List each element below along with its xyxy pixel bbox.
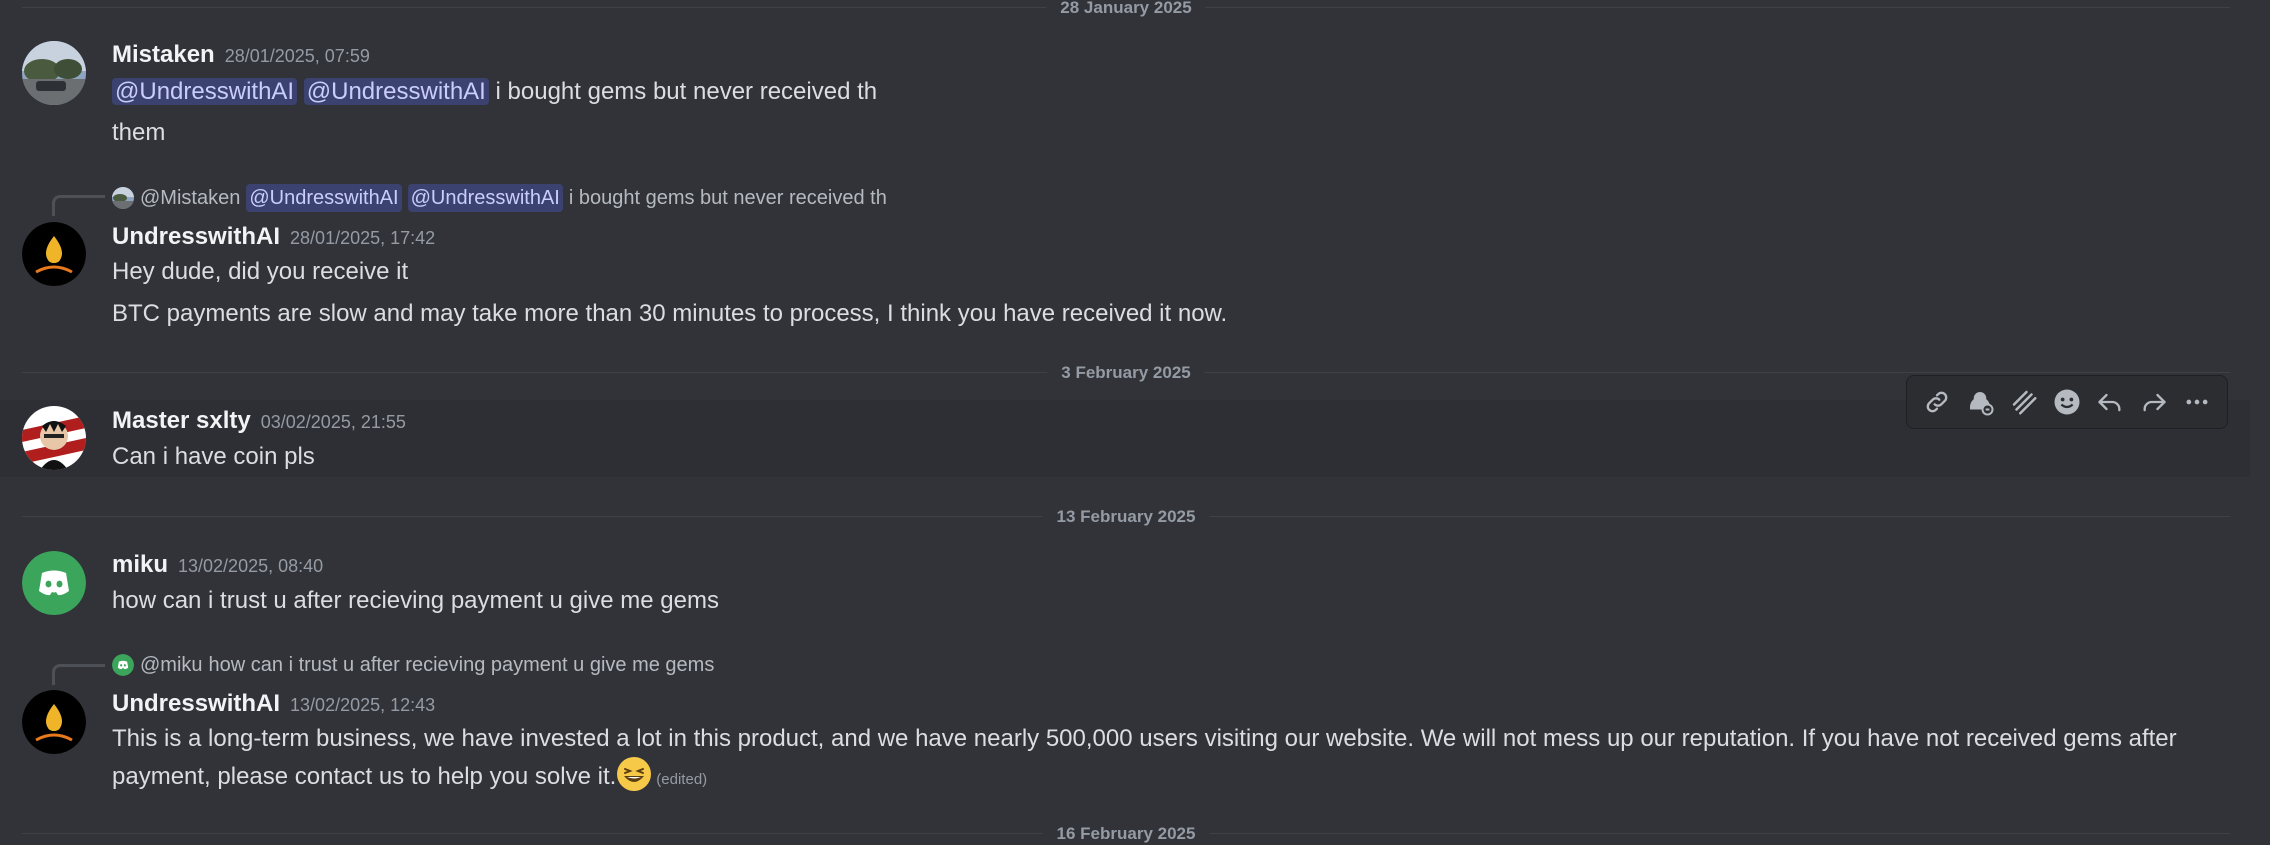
message-content: how can i trust u after recieving paymen… (112, 583, 719, 618)
message-text: Hey dude, did you receive it (112, 258, 409, 285)
message-header: UndresswithAI 13/02/2025, 12:43 (112, 689, 435, 722)
date-divider-label: 16 February 2025 (1042, 823, 1210, 845)
message-text: Can i have coin pls (112, 443, 315, 470)
reply-connector (52, 664, 105, 685)
user-mention[interactable]: @UndresswithAI (112, 78, 298, 105)
link-icon[interactable] (1918, 383, 1956, 421)
avatar[interactable] (22, 41, 86, 105)
message-text: how can i trust u after recieving paymen… (112, 587, 719, 614)
message-header: UndresswithAI 28/01/2025, 17:42 (112, 222, 435, 255)
date-divider: 16 February 2025 (22, 823, 2230, 845)
username[interactable]: miku (112, 551, 168, 578)
message-text: This is a long-term business, we have in… (112, 725, 2177, 790)
message-content: Hey dude, did you receive it (112, 254, 408, 289)
reply-preview[interactable]: @Mistaken @UndresswithAI @UndresswithAI … (112, 184, 887, 212)
timestamp: 28/01/2025, 17:42 (290, 228, 436, 248)
message-text: i bought gems but never received th (495, 78, 878, 105)
message-content: This is a long-term business, we have in… (112, 721, 2232, 797)
message-header: Master sxlty 03/02/2025, 21:55 (112, 406, 406, 439)
reply-avatar (112, 187, 134, 209)
reply-avatar (112, 654, 134, 676)
username[interactable]: Master sxlty (112, 407, 251, 434)
date-divider-label: 3 February 2025 (1047, 362, 1205, 384)
message-content: BTC payments are slow and may take more … (112, 296, 1227, 331)
message-content: Can i have coin pls (112, 439, 315, 474)
avatar[interactable] (22, 551, 86, 615)
app-bot-icon[interactable] (1961, 383, 1999, 421)
timestamp: 13/02/2025, 08:40 (178, 556, 324, 576)
timestamp: 28/01/2025, 07:59 (224, 46, 370, 66)
avatar[interactable] (22, 690, 86, 754)
message-content: @UndresswithAI @UndresswithAI i bought g… (112, 74, 877, 109)
username[interactable]: UndresswithAI (112, 690, 280, 717)
avatar[interactable] (22, 222, 86, 286)
user-mention[interactable]: @UndresswithAI (407, 184, 563, 212)
reply-icon[interactable] (2091, 383, 2129, 421)
reply-author[interactable]: @miku (140, 651, 203, 679)
message-header: miku 13/02/2025, 08:40 (112, 550, 323, 583)
username[interactable]: UndresswithAI (112, 223, 280, 250)
add-reaction-icon[interactable] (2048, 383, 2086, 421)
reply-author[interactable]: @Mistaken (140, 184, 240, 212)
forward-icon[interactable] (2135, 383, 2173, 421)
timestamp: 03/02/2025, 21:55 (260, 412, 406, 432)
date-divider-label: 28 January 2025 (1046, 0, 1206, 19)
date-divider: 3 February 2025 (22, 362, 2230, 384)
avatar[interactable] (22, 406, 86, 470)
more-icon[interactable] (2178, 383, 2216, 421)
message-text: them (112, 119, 166, 146)
message-content: them (112, 115, 165, 150)
message-header: Mistaken 28/01/2025, 07:59 (112, 40, 370, 73)
message-actions-toolbar (1906, 375, 2228, 429)
reply-text: i bought gems but never received th (568, 187, 887, 209)
super-reaction-icon[interactable] (2005, 383, 2043, 421)
reply-connector (52, 195, 105, 216)
message-text: BTC payments are slow and may take more … (112, 300, 1228, 327)
laughing-emoji-icon (616, 756, 652, 792)
edited-label: (edited) (656, 771, 708, 788)
username[interactable]: Mistaken (112, 41, 215, 68)
date-divider: 28 January 2025 (22, 0, 2230, 19)
user-mention[interactable]: @UndresswithAI (303, 78, 489, 105)
date-divider: 13 February 2025 (22, 506, 2230, 528)
user-mention[interactable]: @UndresswithAI (246, 184, 402, 212)
reply-preview[interactable]: @miku how can i trust u after recieving … (112, 651, 714, 679)
reply-text: how can i trust u after recieving paymen… (208, 654, 715, 676)
date-divider-label: 13 February 2025 (1042, 506, 1210, 528)
timestamp: 13/02/2025, 12:43 (290, 695, 436, 715)
